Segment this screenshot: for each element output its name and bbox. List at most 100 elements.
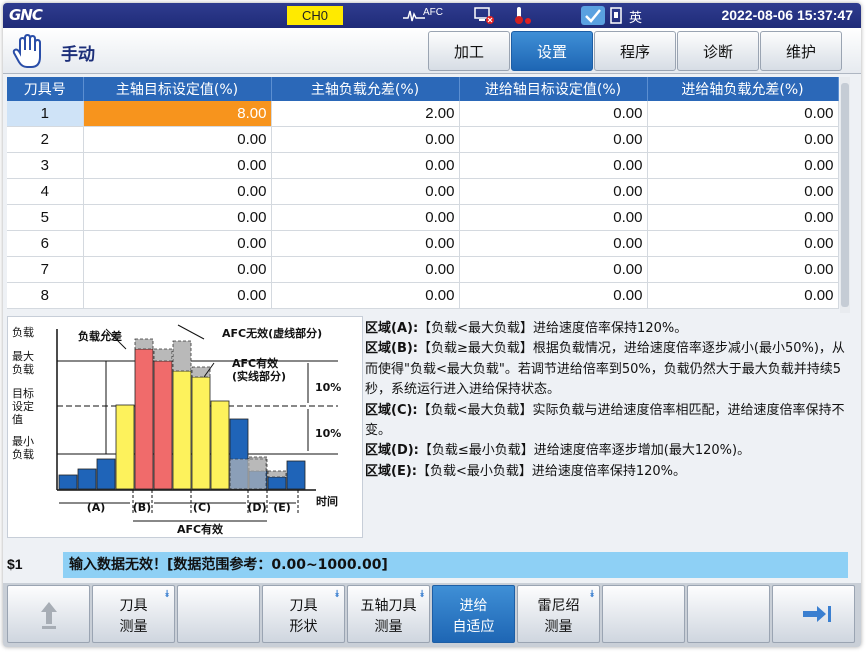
region-label: 区域(E): <box>365 463 417 479</box>
tab-label: 设置 <box>536 43 567 61</box>
softkey-empty-9[interactable] <box>687 585 770 643</box>
tab-diagnosis[interactable]: 诊断 <box>677 31 759 71</box>
value-cell[interactable]: 0.00 <box>459 101 648 127</box>
histogram-bar <box>191 376 211 490</box>
softkey-empty-8[interactable] <box>602 585 685 643</box>
softkey-tool-measure[interactable]: 刀具 测量 ⯯ <box>92 585 175 643</box>
softkey-label-1: 五轴刀具 <box>360 598 417 614</box>
table-row[interactable]: 6 0.00 0.00 0.00 0.00 <box>7 230 839 257</box>
value-cell[interactable]: 0.00 <box>271 126 460 153</box>
value-cell[interactable]: 0.00 <box>459 282 648 309</box>
scrollbar-thumb[interactable] <box>841 83 849 307</box>
percent-label: 10% <box>315 427 341 440</box>
tab-program[interactable]: 程序 <box>594 31 676 71</box>
value-cell[interactable]: 0.00 <box>271 256 460 283</box>
softkey-feed-adaptive[interactable]: 进给 自适应 <box>432 585 515 643</box>
channel-indicator[interactable]: CH0 <box>287 6 343 25</box>
histogram-bar <box>153 360 173 490</box>
tab-label: 维护 <box>785 43 816 61</box>
value-cell[interactable]: 0.00 <box>271 152 460 179</box>
value-cell[interactable]: 0.00 <box>647 204 839 231</box>
softkey-back[interactable] <box>7 585 90 643</box>
histogram-bar <box>96 458 116 490</box>
value-cell[interactable]: 0.00 <box>647 126 839 153</box>
column-header: 进给轴负载允差(%) <box>647 77 839 101</box>
table-row[interactable]: 7 0.00 0.00 0.00 0.00 <box>7 256 839 283</box>
value-cell[interactable]: 0.00 <box>647 178 839 205</box>
value-cell[interactable]: 0.00 <box>647 282 839 309</box>
tool-number-cell: 5 <box>7 204 84 231</box>
datetime: 2022-08-06 15:37:47 <box>721 7 853 23</box>
histogram-bar <box>210 400 230 490</box>
tab-maintenance[interactable]: 维护 <box>760 31 842 71</box>
value-cell[interactable]: 0.00 <box>647 101 839 127</box>
value-cell[interactable]: 0.00 <box>459 204 648 231</box>
histogram-bar <box>77 468 97 490</box>
value-cell[interactable]: 8.00 <box>83 101 272 127</box>
description-item: 区域(C):【负载<最大负载】实际负载与进给速度倍率相匹配，进给速度倍率保持不变… <box>365 401 845 442</box>
value-cell[interactable]: 0.00 <box>271 230 460 257</box>
description-item: 区域(D):【负载≤最小负载】进给速度倍率逐步增加(最大120%)。 <box>365 441 845 461</box>
value-cell[interactable]: 0.00 <box>83 256 272 283</box>
value-cell[interactable]: 0.00 <box>459 178 648 205</box>
chevron-down-icon: ⯯ <box>589 589 595 600</box>
region-label: (B) <box>133 501 151 514</box>
value-cell[interactable]: 0.00 <box>83 204 272 231</box>
table-row[interactable]: 1 8.00 2.00 0.00 0.00 <box>7 101 839 127</box>
value-cell[interactable]: 0.00 <box>83 178 272 205</box>
afc-invalid-bar <box>229 458 267 490</box>
softkey-label-2: 形状 <box>289 619 318 635</box>
table-row[interactable]: 2 0.00 0.00 0.00 0.00 <box>7 126 839 153</box>
value-cell[interactable]: 0.00 <box>647 230 839 257</box>
value-cell[interactable]: 0.00 <box>459 126 648 153</box>
value-cell[interactable]: 0.00 <box>271 204 460 231</box>
softkey-label-2: 自适应 <box>452 619 495 635</box>
tab-machining[interactable]: 加工 <box>428 31 510 71</box>
table-row[interactable]: 5 0.00 0.00 0.00 0.00 <box>7 204 839 231</box>
language-indicator[interactable]: 英 <box>629 7 642 26</box>
table-row[interactable]: 4 0.00 0.00 0.00 0.00 <box>7 178 839 205</box>
softkey-renishaw-measure[interactable]: 雷尼绍 测量 ⯯ <box>517 585 600 643</box>
percent-label: 10% <box>315 381 341 394</box>
value-cell[interactable]: 0.00 <box>83 282 272 309</box>
tab-settings[interactable]: 设置 <box>511 31 593 71</box>
value-cell[interactable]: 0.00 <box>459 230 648 257</box>
value-cell[interactable]: 0.00 <box>83 126 272 153</box>
afc-invalid-label: AFC无效(虚线部分) <box>222 326 322 340</box>
y-label-load: 负载 <box>12 325 34 339</box>
histogram-bar <box>115 404 135 490</box>
value-cell[interactable]: 0.00 <box>459 256 648 283</box>
region-label: 区域(A): <box>365 321 419 336</box>
column-header: 进给轴目标设定值(%) <box>459 77 648 101</box>
afc-parameter-table: 刀具号 主轴目标设定值(%) 主轴负载允差(%) 进给轴目标设定值(%) 进给轴… <box>7 77 839 309</box>
value-cell[interactable]: 0.00 <box>271 178 460 205</box>
softkey-tool-shape[interactable]: 刀具 形状 ⯯ <box>262 585 345 643</box>
value-cell[interactable]: 0.00 <box>83 152 272 179</box>
value-cell[interactable]: 0.00 <box>271 282 460 309</box>
table-scrollbar[interactable] <box>840 77 850 313</box>
value-cell[interactable]: 0.00 <box>647 256 839 283</box>
tolerance-label: 负载允差 <box>78 329 122 343</box>
softkey-empty-3[interactable] <box>177 585 260 643</box>
column-header: 主轴目标设定值(%) <box>83 77 272 101</box>
message-channel: $1 <box>7 556 23 572</box>
region-label: 区域(D): <box>365 443 419 459</box>
value-cell[interactable]: 0.00 <box>647 152 839 179</box>
afc-wave-icon <box>403 10 425 22</box>
table-row[interactable]: 8 0.00 0.00 0.00 0.00 <box>7 282 839 309</box>
table-row[interactable]: 3 0.00 0.00 0.00 0.00 <box>7 152 839 179</box>
value-cell[interactable]: 2.00 <box>271 101 460 127</box>
softkey-five-axis-measure[interactable]: 五轴刀具 测量 ⯯ <box>347 585 430 643</box>
brand-logo: GNC <box>9 6 43 24</box>
afc-diagram: 负载 最大负载 目标设定值 最小负载 负载允差 AFC无效(虚线部分) AFC有效(实线部分… <box>7 316 363 538</box>
afc-load-chart: 负载最大负载目标设定值最小负载 负载允差 AFC无效(虚线部分) AFC有效(实线部分… <box>12 324 341 536</box>
softkey-label-1: 进给 <box>459 598 488 614</box>
tool-number-cell: 2 <box>7 126 84 153</box>
afc-label: AFC <box>423 7 443 18</box>
afc-invalid-bar <box>134 338 154 350</box>
y-label-min: 最小负载 <box>12 435 34 461</box>
softkey-next-page[interactable] <box>772 585 855 643</box>
histogram-bar <box>267 476 287 490</box>
value-cell[interactable]: 0.00 <box>459 152 648 179</box>
value-cell[interactable]: 0.00 <box>83 230 272 257</box>
